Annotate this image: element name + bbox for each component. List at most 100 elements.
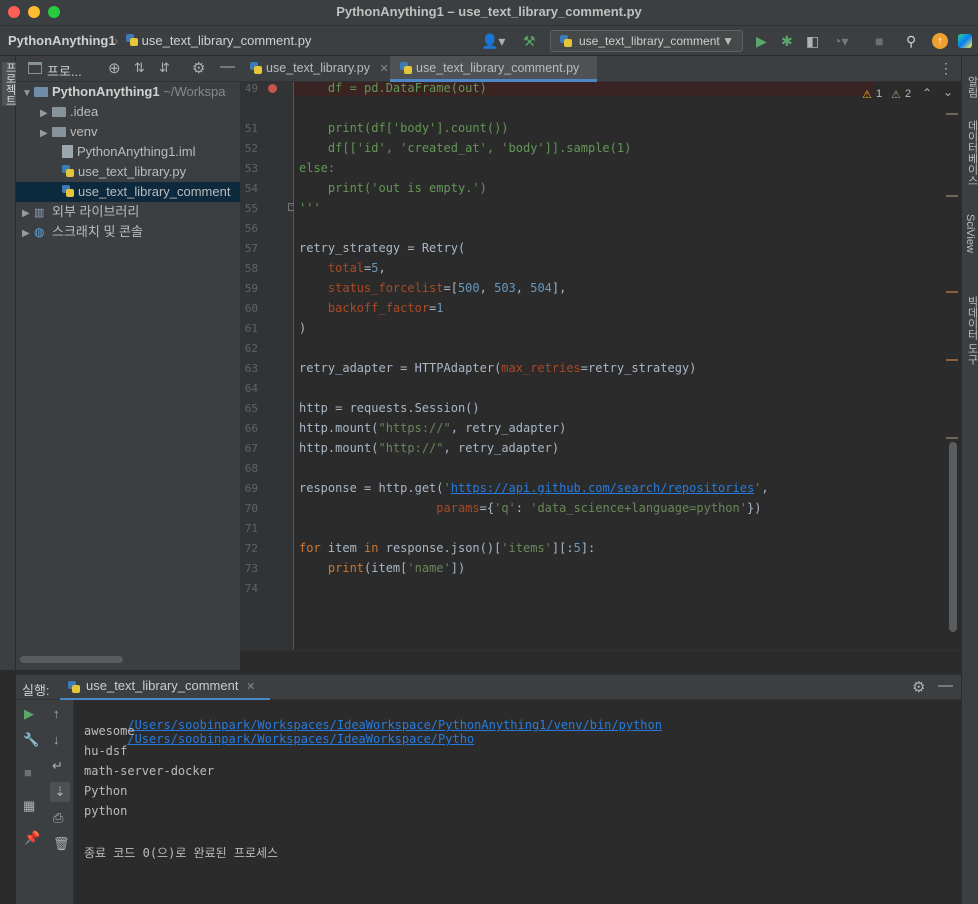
error-stripe-marker[interactable] (946, 437, 958, 439)
pin-icon[interactable]: 📌 (24, 830, 40, 846)
line-number: 61 (244, 322, 258, 335)
sciview-tool-tab[interactable]: SciView (964, 214, 976, 253)
script-path-link[interactable]: /Users/soobinpark/Workspaces/IdeaWorkspa… (127, 732, 474, 746)
run-tab[interactable]: use_text_library_comment ✕ (60, 675, 270, 701)
project-horizontal-scrollbar[interactable] (16, 650, 240, 670)
line-number: 52 (244, 142, 258, 155)
chevron-down-icon[interactable]: ⌄ (943, 85, 953, 99)
close-window-button[interactable] (8, 6, 20, 18)
gear-icon[interactable]: ⚙ (192, 59, 205, 77)
close-tab-icon[interactable]: ✕ (379, 63, 388, 75)
bigdata-tools-tab[interactable]: 빅데이터 도구 (964, 296, 978, 365)
iml-file-icon (62, 145, 73, 158)
tab-use-text-library[interactable]: use_text_library.py ✕ (240, 56, 390, 82)
warning-count-b[interactable]: 2 (905, 88, 911, 100)
line-number: 60 (244, 302, 258, 315)
warning-count-a[interactable]: 1 (876, 88, 882, 100)
tree-item-root[interactable]: ▼ PythonAnything1 ~/Workspa (16, 82, 240, 102)
wrench-icon[interactable]: 🔧 (23, 732, 39, 748)
tab-menu-icon[interactable]: ⋮ (939, 60, 953, 77)
code-line: retry_strategy = Retry( (299, 241, 466, 255)
run-icon[interactable]: ▶ (756, 34, 767, 48)
error-stripe-marker[interactable] (946, 195, 958, 197)
layout-icon[interactable]: ▦ (23, 798, 35, 814)
hide-panel-icon[interactable]: — (938, 677, 953, 694)
editor-scrollbar-thumb[interactable] (949, 442, 957, 632)
chevron-right-icon[interactable]: ▶ (22, 204, 34, 224)
trash-icon[interactable]: 🗑 (53, 836, 70, 852)
weak-warning-icon[interactable]: ⚠ (891, 88, 901, 101)
console-command-line: /Users/soobinpark/Workspaces/IdeaWorkspa… (84, 704, 662, 760)
line-number: 69 (244, 482, 258, 495)
run-configuration-select[interactable]: use_text_library_comment ▼ (550, 30, 743, 52)
breakpoint-icon[interactable] (268, 84, 277, 93)
notifications-tool-tab[interactable]: 알림 (964, 76, 978, 98)
search-icon[interactable]: ⚲ (906, 34, 916, 48)
line-number: 51 (244, 122, 258, 135)
tree-item-use-text-library-comment[interactable]: use_text_library_comment (16, 182, 240, 202)
build-hammer-icon[interactable]: ⚒ (523, 34, 536, 48)
warning-icon[interactable]: ⚠ (862, 88, 872, 101)
locate-icon[interactable]: ⊕ (108, 59, 121, 77)
jetbrains-logo-icon[interactable] (958, 34, 972, 48)
rerun-icon[interactable]: ▶ (24, 706, 34, 722)
expand-all-icon[interactable]: ⇅ (134, 60, 145, 76)
line-number: 72 (244, 542, 258, 555)
scrollbar-thumb[interactable] (20, 656, 123, 663)
print-icon[interactable]: ⎙ (53, 810, 63, 826)
project-view-icon (28, 62, 42, 74)
breadcrumb-project[interactable]: PythonAnything1 (8, 33, 116, 48)
chevron-right-icon[interactable]: ▶ (40, 104, 52, 124)
chevron-down-icon: ▼ (722, 34, 734, 48)
scroll-to-end-icon[interactable]: ⇣ (50, 782, 70, 802)
stop-icon[interactable]: ■ (875, 34, 883, 48)
tab-use-text-library-comment[interactable]: use_text_library_comment.py ✕ (390, 56, 597, 99)
line-number: 73 (244, 562, 258, 575)
chevron-down-icon[interactable]: ▼ (22, 84, 34, 104)
gear-icon[interactable]: ⚙ (912, 678, 925, 696)
user-icon[interactable]: 👤▾ (481, 34, 505, 48)
code-line: params={'q': 'data_science+language=pyth… (436, 501, 762, 515)
code-line: else: (299, 161, 336, 175)
tree-item-scratches[interactable]: ▶ ◍ 스크래치 및 콘솔 (16, 222, 240, 242)
close-tab-icon[interactable]: ✕ (246, 681, 255, 693)
left-tool-strip: 프로젝트 (0, 56, 18, 670)
python-file-icon (400, 62, 412, 74)
error-stripe-marker[interactable] (946, 113, 958, 115)
debug-icon[interactable]: ✱ (781, 34, 793, 48)
database-tool-tab[interactable]: 데이터베이스 (964, 120, 978, 186)
minimize-window-button[interactable] (28, 6, 40, 18)
tree-item-use-text-library[interactable]: use_text_library.py (16, 162, 240, 182)
tree-item-venv[interactable]: ▶ venv (16, 122, 240, 142)
chevron-up-icon[interactable]: ⌃ (922, 86, 932, 100)
tree-item-iml[interactable]: PythonAnything1.iml (16, 142, 240, 162)
python-path-link[interactable]: /Users/soobinpark/Workspaces/IdeaWorkspa… (127, 718, 662, 732)
navigation-bar: PythonAnything1 › use_text_library_comme… (0, 26, 978, 56)
project-panel-title[interactable]: 프로... (47, 61, 82, 80)
chevron-right-icon[interactable]: ▶ (40, 124, 52, 144)
collapse-all-icon[interactable]: ⇵ (159, 60, 170, 76)
code-editor[interactable]: df = pd.DataFrame(out) print(df['body'].… (294, 82, 961, 650)
stop-icon[interactable]: ■ (24, 765, 32, 780)
code-line: total=5, (327, 261, 386, 275)
project-panel-header: 프로... ⊕ ⇅ ⇵ ⚙ — (16, 56, 240, 82)
tree-item-external-libraries[interactable]: ▶ ▥ 외부 라이브러리 (16, 202, 240, 222)
zoom-window-button[interactable] (48, 6, 60, 18)
line-number: 57 (244, 242, 258, 255)
error-stripe-marker[interactable] (946, 291, 958, 293)
folder-icon (52, 107, 66, 117)
breadcrumb-file[interactable]: use_text_library_comment.py (126, 33, 311, 48)
hide-panel-icon[interactable]: — (220, 58, 235, 75)
scroll-down-icon[interactable]: ↓ (53, 732, 60, 747)
chevron-right-icon[interactable]: ▶ (22, 224, 34, 244)
console-scrollbar[interactable] (947, 700, 961, 904)
scroll-up-icon[interactable]: ↑ (53, 706, 60, 721)
profile-icon[interactable]: ◔▾ (833, 34, 848, 48)
coverage-icon[interactable]: ◧ (806, 34, 819, 48)
update-icon[interactable]: ↑ (932, 33, 948, 49)
run-console[interactable]: /Users/soobinpark/Workspaces/IdeaWorkspa… (74, 700, 947, 904)
soft-wrap-icon[interactable]: ↵ (52, 758, 63, 774)
tree-item-idea[interactable]: ▶ .idea (16, 102, 240, 122)
error-stripe-marker[interactable] (946, 359, 958, 361)
console-output-line: Python (84, 784, 128, 798)
